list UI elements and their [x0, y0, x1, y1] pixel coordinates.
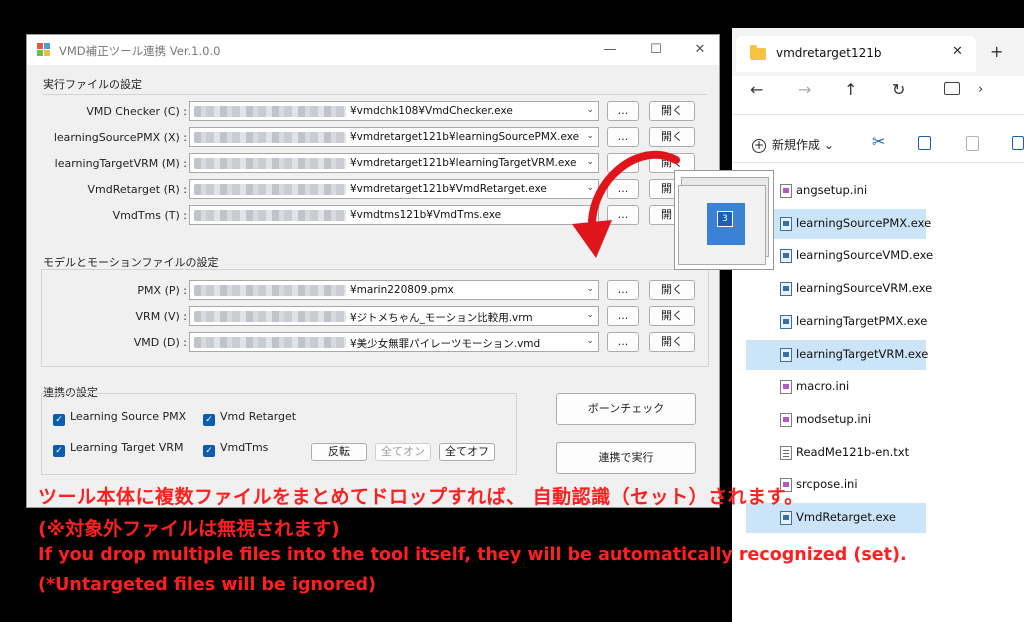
caption-en-line1: If you drop multiple files into the tool…: [38, 545, 907, 565]
screenshot-stage: VMD補正ツール連携 Ver.1.0.0 — ☐ ✕ 実行ファイルの設定 VMD…: [0, 0, 1024, 622]
drop-arrow-curve: [587, 150, 680, 232]
drop-arrow-head: [572, 220, 612, 258]
caption-jp-line2: (※対象外ファイルは無視されます): [38, 518, 340, 540]
caption-en-line2: (*Untargeted files will be ignored): [38, 575, 376, 595]
caption-jp-line1: ツール本体に複数ファイルをまとめてドロップすれば、 自動認識（セット）されます。: [38, 486, 804, 508]
